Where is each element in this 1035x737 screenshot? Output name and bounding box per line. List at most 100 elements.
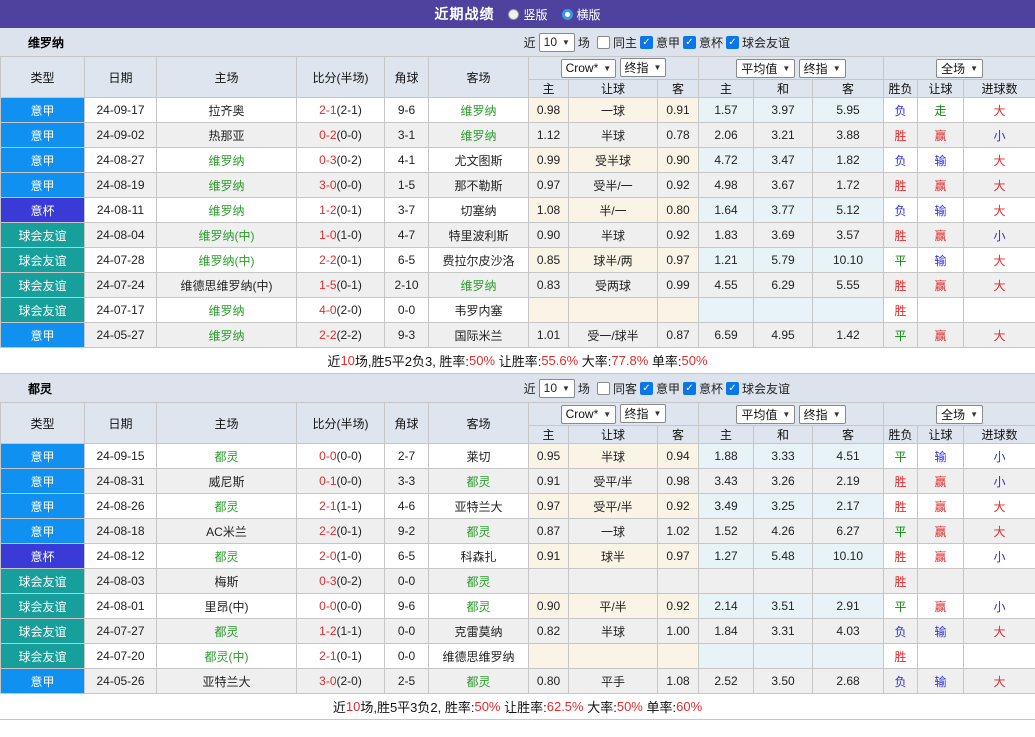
result-goals: 大 xyxy=(963,147,1035,173)
league-label: 意甲 xyxy=(655,381,680,396)
col-score: 比分(半场) xyxy=(296,402,385,444)
odds-home xyxy=(528,643,569,669)
corners: 4-7 xyxy=(384,222,429,248)
away-team: 维罗纳 xyxy=(428,272,529,298)
result-outcome: 平 xyxy=(883,322,919,348)
mode-radio-vertical[interactable]: 竖版 xyxy=(508,6,548,23)
match-row: 球会友谊 24-08-01 里昂(中) 0-0(0-0) 9-6 都灵 0.90 平/半 0.9… xyxy=(0,593,1035,619)
match-count-select[interactable]: 10 ▼ xyxy=(538,32,575,52)
ht-score: (0-0) xyxy=(336,599,362,613)
avg-draw-odds: 4.95 xyxy=(753,322,813,348)
avg-stage-select[interactable]: 终指 ▼ xyxy=(798,404,846,424)
result-outcome: 胜 xyxy=(883,568,919,594)
home-team: 都灵 xyxy=(156,543,297,569)
col-home: 主场 xyxy=(156,402,297,444)
avg-home-odds: 4.72 xyxy=(698,147,754,173)
scope-select[interactable]: 全场 ▼ xyxy=(936,404,983,424)
avg-home-odds: 2.06 xyxy=(698,122,754,148)
avg-draw-odds: 3.97 xyxy=(753,97,813,123)
mode-radio-horizontal[interactable]: 横版 xyxy=(561,6,601,23)
avg-home-odds: 1.88 xyxy=(698,443,754,469)
ht-score: (0-0) xyxy=(336,128,362,142)
avg-source-select[interactable]: 平均值 ▼ xyxy=(736,404,796,424)
result-outcome: 胜 xyxy=(883,468,919,494)
odds-stage-select[interactable]: 终指 ▼ xyxy=(619,404,667,424)
avg-away-odds: 3.88 xyxy=(811,122,885,148)
odds-home: 0.97 xyxy=(528,493,569,519)
league-checkbox-serie-a[interactable]: ✓ xyxy=(639,35,653,49)
filter-controls: 近 10 ▼ 场同客 ✓ 意甲 ✓ 意杯 ✓ 球会友谊 xyxy=(523,378,790,398)
away-team: 克雷莫纳 xyxy=(428,618,529,644)
corners: 9-6 xyxy=(384,97,429,123)
select-value: 10 xyxy=(543,381,557,395)
match-score: 2-2(0-1) xyxy=(296,247,385,273)
ht-score: (0-0) xyxy=(336,178,362,192)
odds-provider-select[interactable]: Crow* ▼ xyxy=(560,404,617,424)
league-checkbox-friendly[interactable]: ✓ xyxy=(725,35,739,49)
scope-select[interactable]: 全场 ▼ xyxy=(936,58,983,78)
handicap-line xyxy=(568,297,658,323)
result-outcome: 负 xyxy=(883,618,919,644)
result-goals: 大 xyxy=(963,493,1035,519)
odds-away xyxy=(657,297,699,323)
ft-score: 0-0 xyxy=(319,449,337,463)
handicap-line: 受平/半 xyxy=(568,468,658,494)
odds-away: 0.98 xyxy=(657,468,699,494)
match-row: 意甲 24-08-19 维罗纳 3-0(0-0) 1-5 那不勒斯 0.97 受半/一 0.92… xyxy=(0,172,1035,198)
odds-away: 0.80 xyxy=(657,197,699,223)
ft-score: 0-1 xyxy=(319,474,337,488)
result-handicap: 输 xyxy=(917,668,965,694)
avg-stage-select[interactable]: 终指 ▼ xyxy=(798,58,846,78)
away-team: 尤文图斯 xyxy=(428,147,529,173)
handicap-line: 受一/球半 xyxy=(568,322,658,348)
home-team: 都灵 xyxy=(156,618,297,644)
home-team: 梅斯 xyxy=(156,568,297,594)
result-goals: 大 xyxy=(963,197,1035,223)
league-checkbox-friendly[interactable]: ✓ xyxy=(725,381,739,395)
odds-provider-select[interactable]: Crow* ▼ xyxy=(560,58,617,78)
col-away: 客场 xyxy=(428,402,529,444)
league-label: 球会友谊 xyxy=(741,381,790,396)
match-score: 2-0(1-0) xyxy=(296,543,385,569)
summary-value: 50% xyxy=(474,699,501,714)
corners: 6-5 xyxy=(384,247,429,273)
corners: 0-0 xyxy=(384,568,429,594)
result-handicap xyxy=(917,643,965,669)
ht-score: (2-1) xyxy=(336,103,362,117)
match-date: 24-07-24 xyxy=(84,272,157,298)
select-value: 平均值 xyxy=(741,61,778,76)
match-type-badge: 球会友谊 xyxy=(0,618,85,644)
match-count-select[interactable]: 10 ▼ xyxy=(538,378,575,398)
odds-stage-select[interactable]: 终指 ▼ xyxy=(619,58,667,78)
handicap-line: 半球 xyxy=(568,618,658,644)
avg-source-select[interactable]: 平均值 ▼ xyxy=(736,58,796,78)
avg-home-odds xyxy=(698,297,754,323)
league-checkbox-coppa[interactable]: ✓ xyxy=(682,381,696,395)
near-label: 近 xyxy=(523,381,536,396)
handicap-line: 半球 xyxy=(568,222,658,248)
summary-label: 大率: xyxy=(583,700,617,715)
same-venue-checkbox[interactable] xyxy=(596,35,610,49)
league-checkbox-serie-a[interactable]: ✓ xyxy=(639,381,653,395)
summary-value: 10 xyxy=(345,699,361,714)
handicap-line: 半球 xyxy=(568,122,658,148)
league-label: 意杯 xyxy=(698,35,723,50)
match-row: 意甲 24-09-02 热那亚 0-2(0-0) 3-1 维罗纳 1.12 半球 0.78 2.0… xyxy=(0,122,1035,148)
same-venue-checkbox[interactable] xyxy=(596,381,610,395)
odds-away: 0.92 xyxy=(657,593,699,619)
league-checkbox-coppa[interactable]: ✓ xyxy=(682,35,696,49)
col-odds-home: 主 xyxy=(528,425,569,444)
ft-score: 2-2 xyxy=(319,524,337,538)
col-odds-away: 客 xyxy=(657,79,699,98)
result-goals: 大 xyxy=(963,247,1035,273)
match-score: 2-2(0-1) xyxy=(296,518,385,544)
corners: 0-0 xyxy=(384,297,429,323)
result-outcome: 胜 xyxy=(883,172,919,198)
chevron-down-icon: ▼ xyxy=(832,63,841,73)
match-date: 24-08-01 xyxy=(84,593,157,619)
chevron-down-icon: ▼ xyxy=(782,409,791,419)
match-date: 24-09-17 xyxy=(84,97,157,123)
handicap-line: 一球 xyxy=(568,97,658,123)
match-date: 24-07-28 xyxy=(84,247,157,273)
home-team: 维罗纳 xyxy=(156,172,297,198)
